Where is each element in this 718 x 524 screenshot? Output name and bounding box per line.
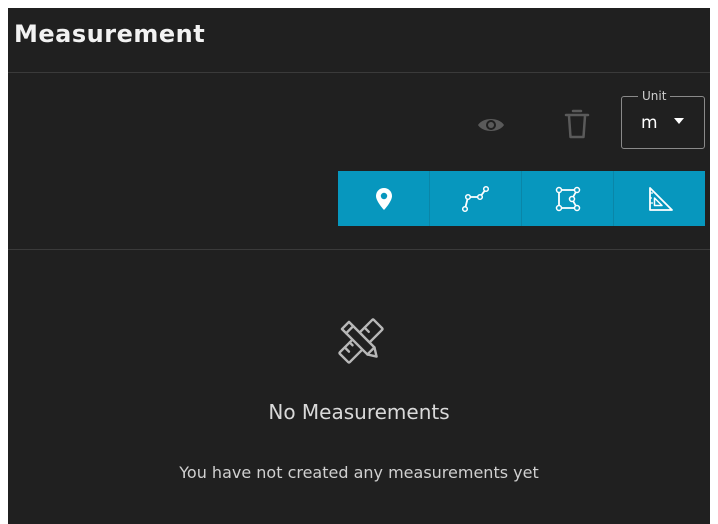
trash-icon (564, 109, 590, 139)
tool-angle-button[interactable] (614, 171, 705, 226)
section-divider (8, 249, 710, 250)
unit-label: Unit (638, 88, 671, 104)
empty-state-title: No Measurements (268, 400, 450, 424)
delete-button[interactable] (560, 106, 594, 142)
measurement-panel: Measurement Unit m No Measurements You h… (8, 8, 710, 524)
eye-icon (478, 119, 504, 131)
empty-state-message: You have not created any measurements ye… (179, 463, 539, 482)
tool-area-button[interactable] (522, 171, 614, 226)
triangle-ruler-icon (648, 186, 673, 211)
toggle-visibility-button[interactable] (474, 108, 508, 142)
panel-header: Measurement (8, 8, 710, 73)
polyline-icon (461, 185, 489, 212)
pencil-ruler-icon (338, 318, 384, 364)
unit-select[interactable]: Unit m (621, 88, 705, 149)
tool-point-button[interactable] (338, 171, 430, 226)
panel-title: Measurement (14, 20, 206, 48)
caret-down-icon (674, 118, 684, 124)
unit-value: m (641, 113, 658, 133)
location-pin-icon (375, 187, 392, 210)
tool-distance-button[interactable] (430, 171, 522, 226)
polygon-area-icon (555, 186, 580, 211)
measurement-toolbar (338, 171, 705, 226)
